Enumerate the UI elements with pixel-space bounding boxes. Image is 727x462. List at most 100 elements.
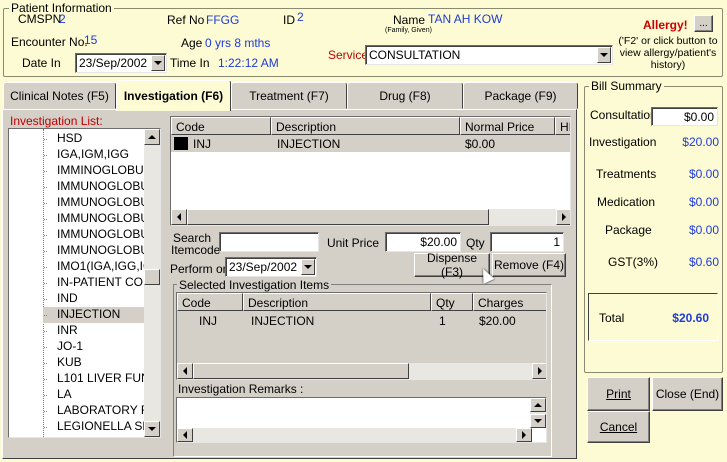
tab-treatment[interactable]: Treatment (F7) (231, 82, 347, 109)
cancel-button[interactable]: Cancel (587, 411, 650, 443)
search-itemcode-input[interactable] (219, 232, 319, 252)
tab-clinical-notes[interactable]: Clinical Notes (F5) (3, 82, 116, 109)
col-normal-price[interactable]: Normal Price (460, 117, 555, 135)
list-item[interactable]: INJECTION (43, 307, 144, 323)
refno-value: FFGG (206, 13, 240, 27)
list-item[interactable]: IMMUNOGLOBULIN (43, 195, 144, 211)
cell-description: INJECTION (251, 314, 315, 328)
selected-items-grid[interactable]: Code Description Qty Charges INJ INJECTI… (176, 292, 547, 380)
list-item[interactable]: IMMUNOGLOBULIN (43, 243, 144, 259)
chevron-down-icon[interactable] (301, 259, 315, 275)
service-value: CONSULTATION (369, 48, 461, 62)
tree-tick (43, 171, 47, 172)
chevron-down-icon[interactable] (151, 55, 165, 71)
treatments-amount: $0.00 (688, 167, 719, 181)
scroll-thumb[interactable] (144, 269, 160, 285)
list-item[interactable]: KUB (43, 355, 144, 371)
datein-select[interactable]: 23/Sep/2002 (75, 53, 167, 73)
list-item[interactable]: HSD (43, 131, 144, 147)
tab-investigation[interactable]: Investigation (F6) (116, 80, 231, 111)
scroll-left-button[interactable] (177, 363, 193, 379)
list-item[interactable]: LA (43, 387, 144, 403)
list-item[interactable]: INR (43, 323, 144, 339)
medication-label: Medication (597, 195, 656, 209)
print-button[interactable]: Print (587, 377, 650, 411)
col-hi[interactable]: HI (555, 117, 570, 135)
col-description[interactable]: Description (243, 293, 431, 311)
investigation-list[interactable]: HSDIGA,IGM,IGGIMMINOGLOBULINIMMUNOGLOBUL… (8, 128, 161, 438)
list-item[interactable]: IN-PATIENT CONS (43, 275, 144, 291)
consultation-input[interactable]: $0.00 (651, 107, 718, 126)
qty-label: Qty (466, 236, 485, 250)
col-description[interactable]: Description (271, 117, 460, 135)
investigation-amount: $20.00 (682, 135, 719, 149)
name-label: Name (393, 13, 426, 27)
scroll-right-button[interactable] (532, 363, 546, 379)
cell-code: INJ (193, 137, 211, 151)
list-item[interactable]: LFT (43, 435, 144, 437)
refno-label: Ref No (167, 13, 205, 27)
col-qty[interactable]: Qty (431, 293, 473, 311)
list-item[interactable]: IMMINOGLOBULIN (43, 163, 144, 179)
list-item[interactable]: IMMUNOGLOBULIN (43, 211, 144, 227)
tree-tick (43, 283, 47, 284)
list-item[interactable]: IMO1(IGA,IGG,IGM (43, 259, 144, 275)
remarks-vscrollbar[interactable] (530, 398, 546, 428)
investigation-label: Investigation (589, 135, 657, 149)
list-item[interactable]: L101 LIVER FUNCT (43, 371, 144, 387)
scroll-up-button[interactable] (530, 398, 546, 412)
cell-price: $0.00 (465, 137, 496, 151)
service-label: Service (328, 48, 369, 62)
grid-hscrollbar[interactable] (171, 209, 570, 225)
close-button[interactable]: Close (End) (652, 377, 723, 411)
list-item[interactable]: LEGIONELLA SERL (43, 419, 144, 435)
scroll-thumb[interactable] (187, 209, 489, 225)
unit-price-input[interactable]: $20.00 (385, 232, 461, 252)
remarks-hscrollbar[interactable] (177, 428, 532, 442)
table-row[interactable]: INJ INJECTION 1 $20.00 (177, 312, 546, 329)
col-code[interactable]: Code (171, 117, 271, 135)
scroll-up-button[interactable] (144, 129, 160, 145)
cmspn-value: 2 (59, 12, 66, 26)
tree-tick (43, 299, 47, 300)
scroll-down-button[interactable] (530, 414, 546, 428)
scroll-right-button[interactable] (556, 209, 570, 225)
qty-input[interactable]: 1 (490, 232, 564, 252)
cell-qty: 1 (439, 314, 446, 328)
perform-on-label: Perform on (170, 262, 230, 276)
scroll-right-button[interactable] (516, 428, 532, 442)
list-item[interactable]: IMMUNOGLOBULIN (43, 179, 144, 195)
tree-tick (43, 427, 47, 428)
list-item[interactable]: IND (43, 291, 144, 307)
age-label: Age (181, 36, 203, 50)
list-item[interactable]: IGA,IGM,IGG (43, 147, 144, 163)
list-item[interactable]: JO-1 (43, 339, 144, 355)
list-item[interactable]: IMMUNOGLOBULIN (43, 227, 144, 243)
tab-package[interactable]: Package (F9) (463, 82, 578, 109)
investigation-list-label: Investigation List: (10, 114, 103, 128)
id-value: 2 (297, 10, 304, 24)
scroll-left-button[interactable] (171, 209, 187, 225)
table-row[interactable]: INJ INJECTION $0.00 (171, 135, 570, 152)
name-hint: (Family, Given) (385, 27, 432, 34)
scroll-thumb[interactable] (193, 363, 409, 379)
col-code[interactable]: Code (177, 293, 243, 311)
scroll-down-button[interactable] (144, 421, 160, 437)
chevron-down-icon[interactable] (597, 47, 611, 63)
grid-hscrollbar[interactable] (177, 363, 546, 379)
col-charges[interactable]: Charges (473, 293, 546, 311)
tree-tick (43, 347, 47, 348)
remove-button[interactable]: Remove (F4) (492, 253, 566, 277)
allergy-history-button[interactable]: ... (694, 15, 713, 32)
service-select[interactable]: CONSULTATION (365, 45, 613, 65)
list-item[interactable]: LABORATORY FEE (43, 403, 144, 419)
scroll-left-button[interactable] (177, 428, 193, 442)
investigation-grid[interactable]: Code Description Normal Price HI INJ INJ… (170, 116, 571, 226)
tree-tick (43, 379, 47, 380)
remarks-textarea[interactable] (176, 397, 547, 443)
package-label: Package (605, 223, 652, 237)
list-scrollbar[interactable] (144, 129, 160, 437)
tab-drug[interactable]: Drug (F8) (347, 82, 463, 109)
encounter-label: Encounter No. (11, 35, 88, 49)
perform-date-select[interactable]: 23/Sep/2002 (225, 257, 317, 277)
